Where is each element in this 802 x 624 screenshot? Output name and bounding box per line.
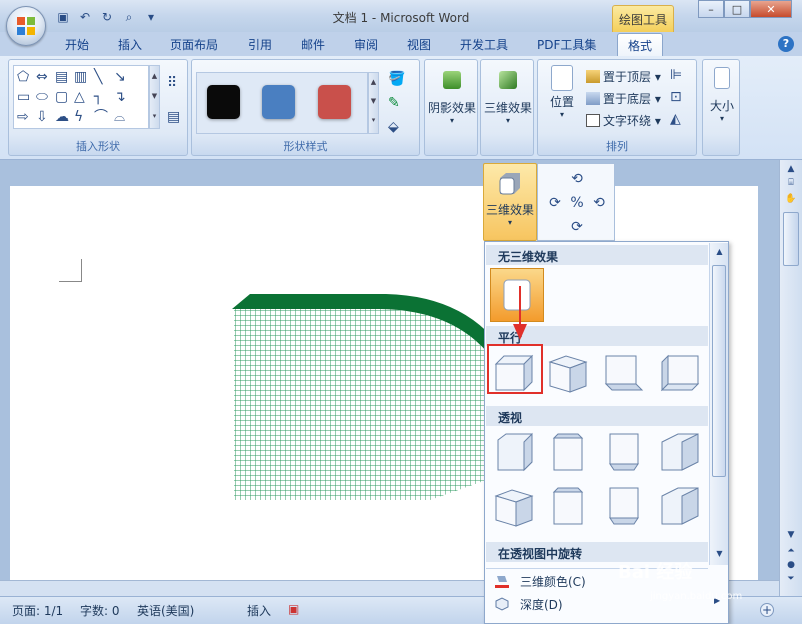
3d-color-icon — [495, 576, 509, 588]
selected-parallel-option-highlight — [487, 344, 543, 394]
perspective-option-3[interactable] — [609, 433, 639, 471]
status-page[interactable]: 页面: 1/1 — [12, 602, 63, 619]
perspective-option-1[interactable] — [497, 432, 533, 472]
perspective-option-5[interactable] — [494, 489, 534, 527]
parallel-option-2[interactable] — [548, 355, 588, 393]
perspective-option-8[interactable] — [661, 487, 699, 525]
ruler-toggle-icon[interactable]: ⌸ — [783, 178, 799, 192]
menu-scroll-thumb[interactable] — [712, 265, 726, 477]
tilt-right-icon[interactable]: ⟲ — [588, 192, 610, 214]
section-perspective: 透视 — [486, 406, 708, 426]
office-button[interactable] — [6, 6, 46, 46]
section-parallel: 平行 — [486, 326, 708, 346]
tilt-down-icon[interactable]: ⟳ — [566, 216, 588, 238]
parallel-option-4[interactable] — [660, 354, 700, 392]
perspective-option-4[interactable] — [661, 433, 699, 471]
no-3d-square-icon — [503, 279, 531, 311]
previous-page-icon[interactable]: ⏶ — [783, 546, 799, 560]
no-3d-effect-option[interactable] — [490, 268, 544, 322]
status-language[interactable]: 英语(美国) — [137, 602, 194, 619]
status-mode[interactable]: 插入 — [247, 602, 271, 619]
menu-scroll-down-icon[interactable]: ▼ — [713, 549, 726, 561]
section-no-3d: 无三维效果 — [486, 245, 708, 265]
tilt-controls: ⟲ ⟳ % ⟲ ⟳ — [537, 163, 615, 241]
3d-effects-dropdown-button[interactable]: 三维效果 ▾ — [483, 163, 537, 241]
scroll-down-icon[interactable]: ▼ — [783, 530, 799, 544]
scroll-up-icon[interactable]: ▲ — [783, 164, 799, 178]
perspective-option-7[interactable] — [609, 487, 639, 525]
menu-scrollbar[interactable]: ▲ ▼ — [709, 243, 728, 565]
status-words[interactable]: 字数: 0 — [80, 602, 120, 619]
watermark-brand: Bai 经验 — [618, 562, 693, 583]
next-page-icon[interactable]: ⏷ — [783, 574, 799, 588]
tilt-up-icon[interactable]: ⟲ — [566, 168, 588, 190]
watermark-url: jingyan.baidu.com — [650, 591, 743, 602]
pan-icon[interactable]: ✋ — [783, 194, 799, 208]
tilt-left-icon[interactable]: ⟳ — [544, 192, 566, 214]
3d-cube-icon — [499, 173, 520, 195]
macro-record-icon[interactable]: ▣ — [288, 602, 299, 616]
vertical-scroll-thumb[interactable] — [783, 212, 799, 266]
vertical-scrollbar[interactable]: ▲ ⌸ ✋ ▼ ⏶ ● ⏷ — [779, 160, 802, 596]
menu-scroll-up-icon[interactable]: ▲ — [713, 247, 726, 259]
perspective-option-6[interactable] — [552, 487, 584, 525]
depth-icon — [495, 597, 509, 611]
browse-object-icon[interactable]: ● — [783, 560, 799, 574]
perspective-option-2[interactable] — [552, 433, 584, 471]
zoom-in-icon[interactable]: + — [760, 603, 774, 617]
office-logo-icon — [17, 17, 35, 35]
3d-toggle-icon[interactable]: % — [566, 192, 588, 214]
